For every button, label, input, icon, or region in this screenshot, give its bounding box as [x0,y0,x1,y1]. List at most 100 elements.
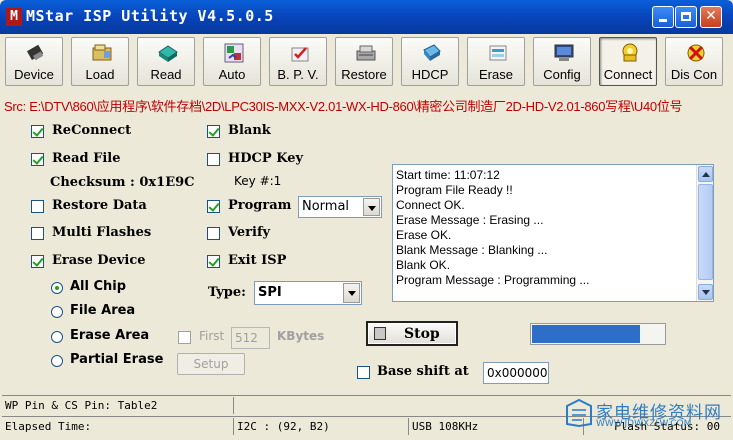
minimize-icon [659,19,667,22]
read-button[interactable]: Read [137,37,195,86]
config-icon [554,44,574,61]
erase-device-checkbox[interactable] [31,255,44,268]
connect-label: Connect [603,67,653,82]
disconnect-button[interactable]: Dis Con [665,37,723,86]
erase-area-label: Erase Area [70,328,150,343]
base-shift-checkbox[interactable] [357,366,370,379]
key-number-text: Key #:1 [234,174,282,188]
watermark-url: WWW.JDWXZLW.COM [596,419,692,429]
log-lines: Start time: 11:07:12 Program File Ready … [396,168,692,288]
scroll-down-icon[interactable] [698,284,713,300]
scroll-up-icon[interactable] [698,166,713,182]
title-bar: M MStar ISP Utility V4.5.0.5 ✕ [0,0,733,34]
device-button[interactable]: Device [5,37,63,86]
restore-data-label: Restore Data [52,198,147,213]
auto-label: Auto [218,67,246,82]
elapsed-time: Elapsed Time: [2,418,234,435]
read-file-checkbox[interactable] [31,153,44,166]
load-icon [92,44,112,61]
exit-isp-checkbox[interactable] [207,255,220,268]
all-chip-radio[interactable] [51,282,63,294]
stop-button[interactable]: Stop [366,321,458,346]
first-size-input[interactable]: 512 [231,327,270,349]
chevron-down-icon [363,198,380,216]
maximize-icon [681,12,691,21]
progress-bar [530,323,666,345]
erase-area-radio[interactable] [51,331,63,343]
program-label: Program [228,198,292,213]
disconnect-icon [687,44,705,62]
minimize-button[interactable] [652,6,674,28]
program-mode-select[interactable]: Normal [298,196,382,218]
stop-icon [374,327,386,340]
wp-pin-status: WP Pin & CS Pin: Table2 [2,397,234,414]
base-shift-input[interactable]: 0x000000 [483,362,549,384]
config-button[interactable]: Config [533,37,591,86]
multi-flashes-checkbox[interactable] [31,227,44,240]
restore-data-checkbox[interactable] [31,200,44,213]
setup-button[interactable]: Setup [177,353,245,375]
window-title: MStar ISP Utility V4.5.0.5 [26,7,274,25]
maximize-button[interactable] [675,6,697,28]
partial-erase-radio[interactable] [51,355,63,367]
file-area-label: File Area [70,303,136,318]
first-checkbox[interactable] [178,331,191,344]
connect-icon [622,43,638,62]
log-scrollbar[interactable] [696,165,713,301]
file-area-radio[interactable] [51,306,63,318]
scroll-thumb[interactable] [698,184,713,280]
checksum-text: Checksum : 0x1E9C [50,175,195,190]
log-line: Blank OK. [396,258,451,272]
bpv-button[interactable]: B. P. V. [269,37,327,86]
hdcp-key-label: HDCP Key [228,151,304,166]
bpv-label: B. P. V. [277,67,319,82]
log-line: Erase OK. [396,228,452,242]
hdcp-key-checkbox[interactable] [207,153,220,166]
restore-icon [356,45,376,61]
device-label: Device [14,67,54,82]
watermark: 家电维修资料网 WWW.JDWXZLW.COM [560,394,730,434]
erase-icon [489,45,507,61]
restore-button[interactable]: Restore [335,37,393,86]
base-shift-label: Base shift at [377,364,469,379]
bpv-icon [291,47,309,62]
chevron-down-icon [343,283,360,303]
log-line: Erase Message : Erasing ... [396,213,544,227]
read-icon [158,45,178,62]
log-line: Connect OK. [396,198,465,212]
connect-button[interactable]: Connect [599,37,657,86]
reconnect-checkbox[interactable] [31,125,44,138]
auto-icon [224,43,244,63]
watermark-logo-icon [566,398,592,428]
multi-flashes-label: Multi Flashes [52,225,152,240]
log-line: Start time: 11:07:12 [396,168,500,182]
auto-button[interactable]: Auto [203,37,261,86]
program-checkbox[interactable] [207,200,220,213]
log-panel: Start time: 11:07:12 Program File Ready … [392,164,714,302]
exit-isp-label: Exit ISP [228,253,287,268]
type-value: SPI [258,285,282,300]
close-button[interactable]: ✕ [700,6,722,28]
close-icon: ✕ [705,8,717,24]
blank-checkbox[interactable] [207,125,220,138]
erase-label: Erase [479,67,513,82]
all-chip-label: All Chip [70,279,127,294]
read-label: Read [150,67,182,82]
verify-label: Verify [228,225,271,240]
disconnect-label: Dis Con [670,67,718,82]
first-label: First [199,329,225,343]
config-label: Config [543,67,581,82]
verify-checkbox[interactable] [207,227,220,240]
load-label: Load [85,67,115,82]
log-line: Program Message : Programming ... [396,273,590,287]
log-line: Program File Ready !! [396,183,513,197]
load-button[interactable]: Load [71,37,129,86]
erase-button[interactable]: Erase [467,37,525,86]
erase-device-label: Erase Device [52,253,146,268]
partial-erase-label: Partial Erase [70,352,164,367]
kbytes-unit: KBytes [277,329,325,343]
type-select[interactable]: SPI [254,281,362,305]
hdcp-button[interactable]: HDCP [401,37,459,86]
source-file-path: Src: E:\DTV\860\应用程序\软件存档\2D\LPC30IS-MXX… [4,99,683,114]
progress-fill [532,325,641,343]
